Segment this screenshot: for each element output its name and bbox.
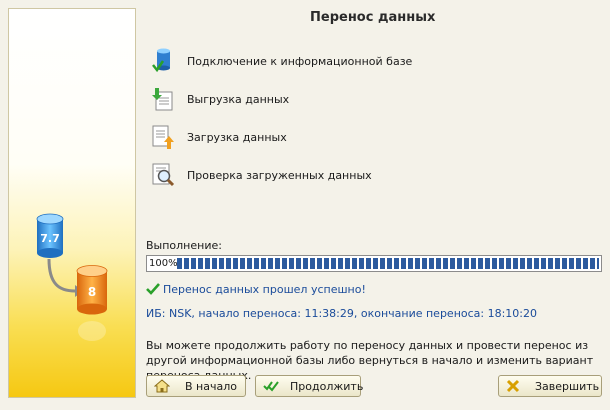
home-button[interactable]: В начало <box>146 375 246 397</box>
wizard-side-banner: 7.7 8 <box>8 8 136 398</box>
step-label: Загрузка данных <box>187 131 287 144</box>
check-data-magnifier-icon <box>152 163 175 187</box>
step-label: Подключение к информационной базе <box>187 55 413 68</box>
house-icon <box>154 379 170 393</box>
continue-button[interactable]: Продолжить <box>255 375 363 397</box>
progress-fill <box>177 258 599 269</box>
source-database-icon: 7.7 <box>36 213 64 258</box>
progress-percent: 100% <box>149 258 180 270</box>
svg-text:7.7: 7.7 <box>40 232 60 245</box>
database-connect-icon <box>152 48 170 73</box>
step-label: Выгрузка данных <box>187 93 290 106</box>
target-database-icon: 8 <box>76 265 108 315</box>
execution-label: Выполнение: <box>146 239 222 252</box>
page-title: Перенос данных <box>310 10 436 25</box>
migration-graphic: 7.7 8 <box>36 213 108 341</box>
checkmark-icon <box>146 283 160 295</box>
close-x-icon <box>506 379 520 393</box>
export-data-icon <box>152 88 173 111</box>
import-data-icon <box>152 125 174 149</box>
svg-text:8: 8 <box>88 285 96 299</box>
double-check-icon <box>263 381 279 392</box>
step-label: Проверка загруженных данных <box>187 169 372 182</box>
progress-bar: 100% <box>146 255 602 272</box>
finish-button[interactable]: Завершить <box>498 375 602 397</box>
migration-info: ИБ: NSK, начало переноса: 11:38:29, окон… <box>146 307 538 320</box>
migration-arrow-icon <box>47 258 76 293</box>
